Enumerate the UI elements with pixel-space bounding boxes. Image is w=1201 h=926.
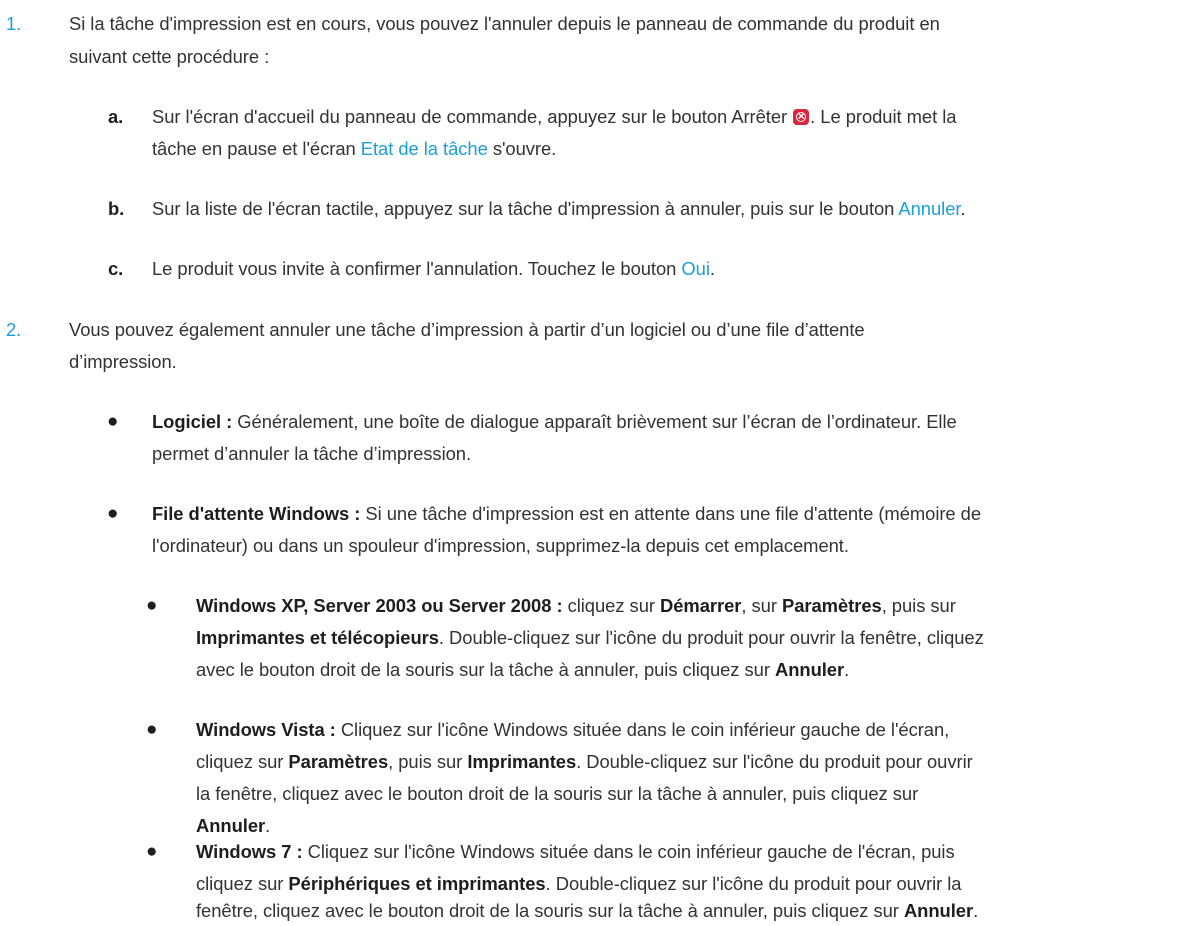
step-text: Vous pouvez également annuler une tâche … <box>69 319 865 340</box>
bullet-text: Windows XP, Server 2003 ou Server 2008 :… <box>196 595 956 616</box>
substep-text: Sur la liste de l'écran tactile, appuyez… <box>152 198 966 219</box>
bullet-text: permet d’annuler la tâche d’impression. <box>152 443 472 464</box>
substep-text: tâche en pause et l'écran Etat de la tâc… <box>152 138 557 159</box>
substep-text: Le produit vous invite à confirmer l'ann… <box>152 258 715 279</box>
step-number: 2. <box>6 319 22 340</box>
substep-letter: c. <box>108 258 124 279</box>
bullet-text: Logiciel : Généralement, une boîte de di… <box>152 411 957 432</box>
bullet-text: avec le bouton droit de la souris sur la… <box>196 659 850 680</box>
bullet-text: la fenêtre, cliquez avec le bouton droit… <box>196 783 919 804</box>
bullet-text: fenêtre, cliquez avec le bouton droit de… <box>196 900 979 921</box>
job-status-link[interactable]: Etat de la tâche <box>361 138 488 159</box>
bullet-text: cliquez sur Paramètres, puis sur Imprima… <box>196 751 973 772</box>
bullet-text: Windows Vista : Cliquez sur l'icône Wind… <box>196 719 950 740</box>
yes-link[interactable]: Oui <box>681 258 710 279</box>
document-page: 1. Si la tâche d'impression est en cours… <box>0 0 1201 926</box>
bullet-text: l'ordinateur) ou dans un spouleur d'impr… <box>152 535 849 556</box>
bullet-text: File d'attente Windows : Si une tâche d'… <box>152 503 982 524</box>
step-number: 1. <box>6 13 22 34</box>
step-text: d’impression. <box>69 351 177 372</box>
step-text: suivant cette procédure : <box>69 46 270 67</box>
step-text: Si la tâche d'impression est en cours, v… <box>69 13 940 34</box>
substep-text: Sur l'écran d'accueil du panneau de comm… <box>152 104 956 130</box>
substep-letter: a. <box>108 106 124 127</box>
bullet-icon: ● <box>146 841 158 862</box>
stop-button-icon <box>793 106 810 126</box>
bullet-text: Windows 7 : Cliquez sur l'icône Windows … <box>196 841 955 862</box>
bullet-icon: ● <box>146 719 158 740</box>
bullet-icon: ● <box>146 595 158 616</box>
bullet-icon: ● <box>107 411 119 432</box>
bullet-icon: ● <box>107 503 119 524</box>
cancel-link[interactable]: Annuler <box>898 198 960 219</box>
bullet-text: Imprimantes et télécopieurs. Double-cliq… <box>196 627 984 648</box>
bullet-text: cliquez sur Périphériques et imprimantes… <box>196 873 962 894</box>
bullet-text: Annuler. <box>196 815 271 836</box>
substep-letter: b. <box>108 198 125 219</box>
